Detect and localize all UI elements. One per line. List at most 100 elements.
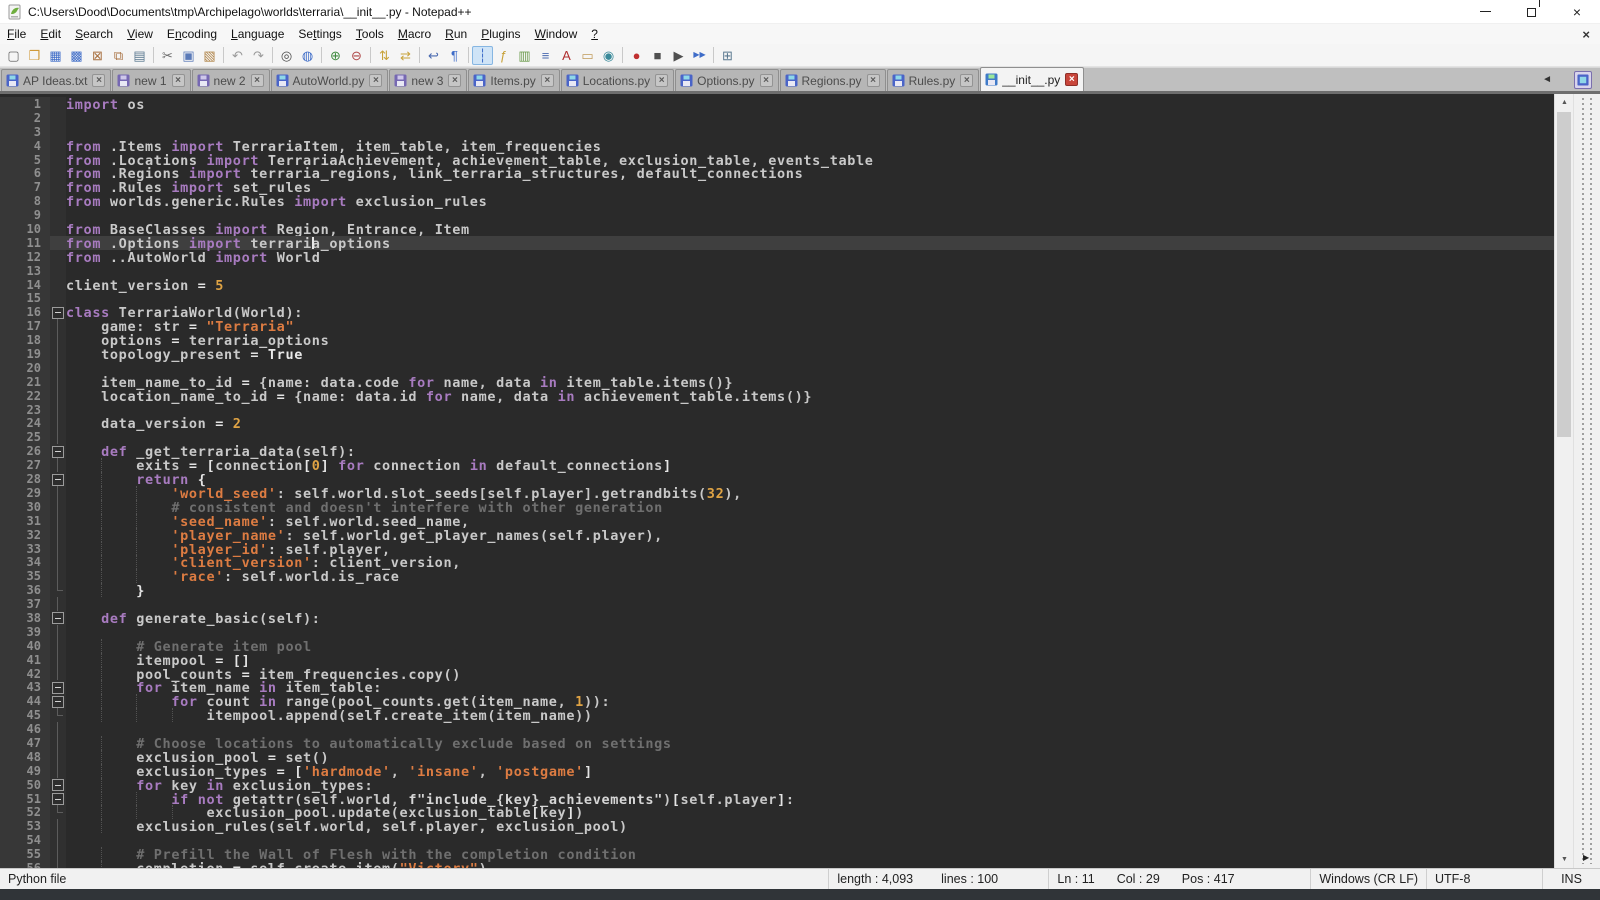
copy-icon[interactable]: ▣ xyxy=(178,46,199,65)
menu-macro[interactable]: Macro xyxy=(391,25,438,43)
tab-init-py[interactable]: __init__.py× xyxy=(980,67,1084,91)
replace-icon[interactable]: ◍ xyxy=(297,46,318,65)
tab-close-icon[interactable]: × xyxy=(760,74,773,87)
view-monitor-icon[interactable]: ◉ xyxy=(598,46,619,65)
tab-close-icon[interactable]: × xyxy=(448,74,461,87)
word-wrap-icon[interactable]: ↩ xyxy=(423,46,444,65)
cut-icon[interactable]: ✂ xyxy=(157,46,178,65)
tab-close-icon[interactable]: × xyxy=(92,74,105,87)
code-line[interactable]: 23 xyxy=(0,403,1554,417)
code-line[interactable]: 3 xyxy=(0,125,1554,139)
code-line[interactable]: 40 # Generate item pool xyxy=(0,639,1554,653)
menu-edit[interactable]: Edit xyxy=(33,25,68,43)
find-icon[interactable]: ◎ xyxy=(276,46,297,65)
code-line[interactable]: 17 game: str = "Terraria" xyxy=(0,319,1554,333)
paste-icon[interactable]: ▧ xyxy=(199,46,220,65)
save-icon[interactable]: ▦ xyxy=(45,46,66,65)
code-line[interactable]: 16class TerrariaWorld(World): xyxy=(0,305,1554,319)
sync-horizontal-scroll-icon[interactable]: ⇄ xyxy=(395,46,416,65)
code-line[interactable]: 25 xyxy=(0,430,1554,444)
code-line[interactable]: 44 for count in range(pool_counts.get(it… xyxy=(0,694,1554,708)
tab-new-2[interactable]: new 2× xyxy=(192,69,270,91)
menu-view[interactable]: View xyxy=(120,25,160,43)
code-line[interactable]: 33 'player_id': self.player, xyxy=(0,542,1554,556)
scrollbar-thumb[interactable] xyxy=(1557,112,1571,437)
menu-encoding[interactable]: Encoding xyxy=(160,25,224,43)
edit-config-icon[interactable]: A xyxy=(556,46,577,65)
tab-new-1[interactable]: new 1× xyxy=(112,69,190,91)
show-all-characters-icon[interactable]: ¶ xyxy=(444,46,465,65)
menu-help[interactable]: ? xyxy=(584,25,605,43)
tab-close-icon[interactable]: × xyxy=(1065,73,1078,86)
minimize-button[interactable] xyxy=(1462,0,1508,23)
tab-autoworld-py[interactable]: AutoWorld.py× xyxy=(271,69,389,91)
print-icon[interactable]: ▤ xyxy=(129,46,150,65)
tab-new-3[interactable]: new 3× xyxy=(389,69,467,91)
code-line[interactable]: 29 'world_seed': self.world.slot_seeds[s… xyxy=(0,486,1554,500)
code-area[interactable]: 1import os234from .Items import Terraria… xyxy=(0,94,1554,868)
tab-options-py[interactable]: Options.py× xyxy=(675,69,778,91)
indent-guide-icon[interactable]: ┆ xyxy=(472,46,493,65)
code-line[interactable]: 48 exclusion_pool = set() xyxy=(0,750,1554,764)
code-line[interactable]: 37 xyxy=(0,597,1554,611)
tab-rules-py[interactable]: Rules.py× xyxy=(887,69,980,91)
tab-close-icon[interactable]: × xyxy=(369,74,382,87)
document-map-icon[interactable]: ▥ xyxy=(514,46,535,65)
tab-close-icon[interactable]: × xyxy=(867,74,880,87)
code-line[interactable]: 7from .Rules import set_rules xyxy=(0,180,1554,194)
code-line[interactable]: 19 topology_present = True xyxy=(0,347,1554,361)
code-line[interactable]: 6from .Regions import terraria_regions, … xyxy=(0,166,1554,180)
code-line[interactable]: 36 } xyxy=(0,583,1554,597)
redo-icon[interactable]: ↷ xyxy=(248,46,269,65)
tab-items-py[interactable]: Items.py× xyxy=(468,69,559,91)
close-doc-icon[interactable]: ⊠ xyxy=(87,46,108,65)
macro-play-icon[interactable]: ▶ xyxy=(668,46,689,65)
code-line[interactable]: 5from .Locations import TerrariaAchievem… xyxy=(0,153,1554,167)
code-line[interactable]: 38 def generate_basic(self): xyxy=(0,611,1554,625)
tab-regions-py[interactable]: Regions.py× xyxy=(780,69,886,91)
code-line[interactable]: 14client_version = 5 xyxy=(0,278,1554,292)
restore-button[interactable] xyxy=(1508,0,1554,23)
save-macro-icon[interactable]: ⊞ xyxy=(717,46,738,65)
code-line[interactable]: 52 exclusion_pool.update(exclusion_table… xyxy=(0,805,1554,819)
macro-run-multiple-icon[interactable]: ▶▶ xyxy=(689,46,710,65)
menu-file[interactable]: File xyxy=(0,25,33,43)
code-line[interactable]: 55 # Prefill the Wall of Flesh with the … xyxy=(0,847,1554,861)
sync-vertical-scroll-icon[interactable]: ⇅ xyxy=(374,46,395,65)
code-line[interactable]: 28 return { xyxy=(0,472,1554,486)
menu-language[interactable]: Language xyxy=(224,25,291,43)
code-line[interactable]: 13 xyxy=(0,264,1554,278)
folder-as-workspace-icon[interactable]: ▭ xyxy=(577,46,598,65)
macro-record-icon[interactable]: ● xyxy=(626,46,647,65)
save-all-icon[interactable]: ▩ xyxy=(66,46,87,65)
code-line[interactable]: 47 # Choose locations to automatically e… xyxy=(0,736,1554,750)
tab-close-icon[interactable]: × xyxy=(172,74,185,87)
close-document-icon[interactable]: × xyxy=(1582,27,1590,42)
code-line[interactable]: 1import os xyxy=(0,97,1554,111)
tab-list-icon[interactable] xyxy=(1574,71,1592,89)
code-line[interactable]: 41 itempool = [] xyxy=(0,653,1554,667)
code-line[interactable]: 12from ..AutoWorld import World xyxy=(0,250,1554,264)
code-line[interactable]: 9 xyxy=(0,208,1554,222)
code-line[interactable]: 10from BaseClasses import Region, Entran… xyxy=(0,222,1554,236)
code-line[interactable]: 20 xyxy=(0,361,1554,375)
tab-close-icon[interactable]: × xyxy=(251,74,264,87)
code-line[interactable]: 27 exits = [connection[0] for connection… xyxy=(0,458,1554,472)
scroll-down-icon[interactable]: ▼ xyxy=(1555,851,1574,868)
code-line[interactable]: 21 item_name_to_id = {name: data.code fo… xyxy=(0,375,1554,389)
code-line[interactable]: 49 exclusion_types = ['hardmode', 'insan… xyxy=(0,764,1554,778)
code-line[interactable]: 26 def _get_terraria_data(self): xyxy=(0,444,1554,458)
code-line[interactable]: 35 'race': self.world.is_race xyxy=(0,569,1554,583)
vertical-scrollbar[interactable]: ▲ ▼ xyxy=(1554,94,1573,868)
menu-window[interactable]: Window xyxy=(528,25,585,43)
menu-tools[interactable]: Tools xyxy=(349,25,391,43)
document-list-icon[interactable]: ≡ xyxy=(535,46,556,65)
code-line[interactable]: 45 itempool.append(self.create_item(item… xyxy=(0,708,1554,722)
code-line[interactable]: 42 pool_counts = item_frequencies.copy() xyxy=(0,667,1554,681)
code-line[interactable]: 53 exclusion_rules(self.world, self.play… xyxy=(0,819,1554,833)
code-line[interactable]: 54 xyxy=(0,833,1554,847)
code-line[interactable]: 56 completion = self.create_item("Victor… xyxy=(0,861,1554,868)
menu-plugins[interactable]: Plugins xyxy=(474,25,527,43)
tab-close-icon[interactable]: × xyxy=(541,74,554,87)
zoom-in-icon[interactable]: ⊕ xyxy=(325,46,346,65)
